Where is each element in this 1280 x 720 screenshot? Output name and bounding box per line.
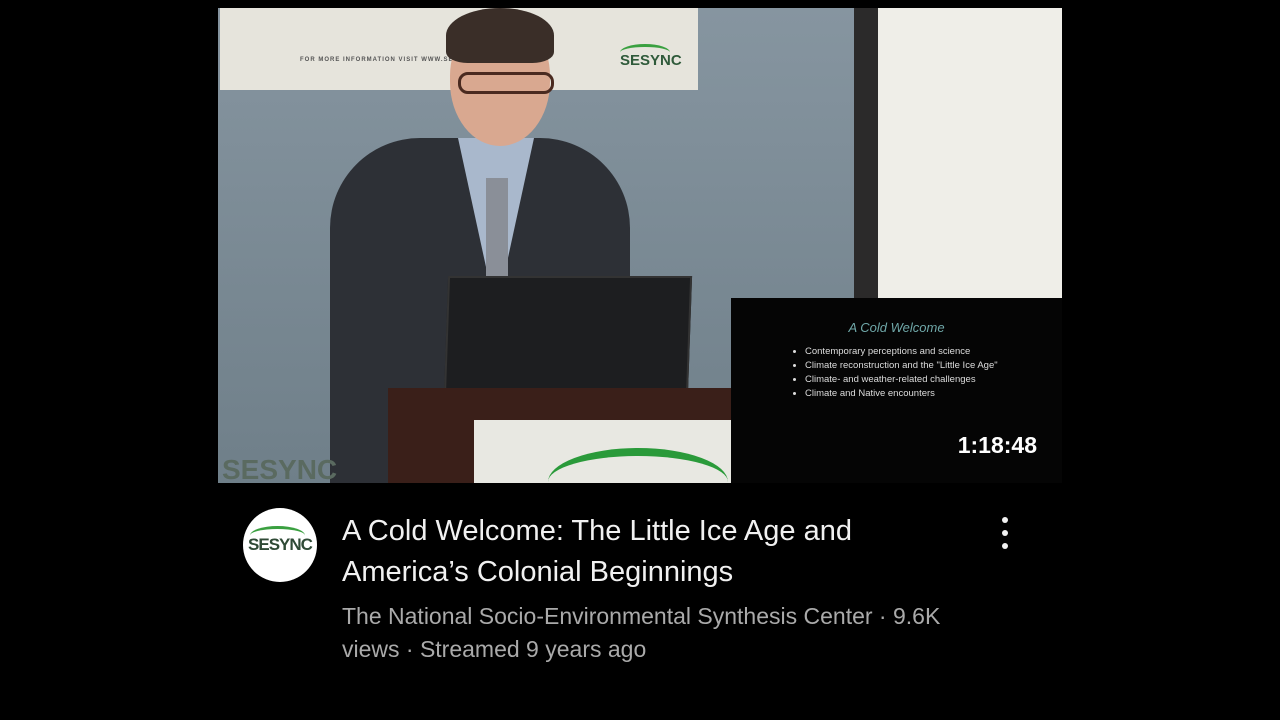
duration-badge: 1:18:48 <box>957 432 1037 458</box>
speaker-tie <box>486 178 508 278</box>
speaker-hair <box>446 8 554 63</box>
video-thumbnail[interactable]: FOR MORE INFORMATION VISIT WWW.SES SESYN… <box>218 8 1062 483</box>
pillar <box>854 8 878 308</box>
channel-avatar[interactable]: SESYNC <box>243 508 317 582</box>
banner-text: FOR MORE INFORMATION VISIT WWW.SES <box>300 57 459 63</box>
slide-bullets: Contemporary perceptions and science Cli… <box>793 346 1005 402</box>
slide-bullet: Climate and Native encounters <box>805 388 1005 400</box>
projection-screen <box>878 8 1062 298</box>
speaker-glasses <box>458 72 554 94</box>
video-meta: The National Socio-Environmental Synthes… <box>342 603 941 662</box>
slide-bullet: Climate- and weather-related challenges <box>805 374 1005 386</box>
video-title[interactable]: A Cold Welcome: The Little Ice Age and A… <box>342 511 962 593</box>
banner-logo: SESYNC <box>620 44 682 69</box>
slide-bullet: Climate reconstruction and the "Little I… <box>805 360 1005 372</box>
slide-bullet: Contemporary perceptions and science <box>805 346 1005 358</box>
laptop <box>443 276 693 396</box>
slide-inset: A Cold Welcome Contemporary perceptions … <box>731 298 1062 483</box>
slide-title: A Cold Welcome <box>848 320 945 335</box>
channel-logo: SESYNC <box>248 526 313 554</box>
more-vert-icon[interactable] <box>992 513 1018 553</box>
wall-logo: SESYNC <box>222 454 338 483</box>
